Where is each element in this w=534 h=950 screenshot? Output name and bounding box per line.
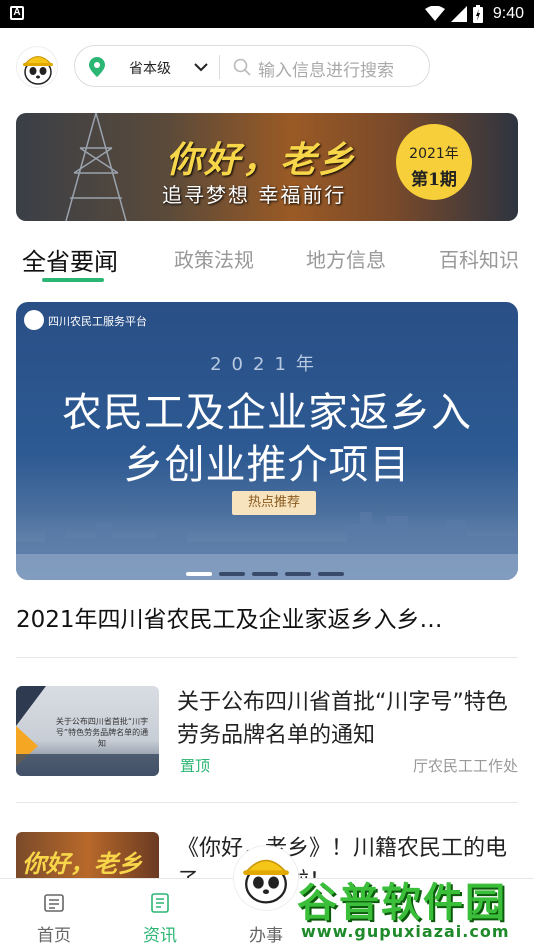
hot-recommend-label: 热点推荐	[232, 491, 316, 515]
tower-illustration	[65, 113, 127, 221]
divider	[16, 802, 518, 803]
mascot-fab[interactable]	[234, 846, 298, 910]
watermark: 谷普软件园 www.gupuxiazai.com	[293, 864, 529, 948]
watermark-url: www.gupuxiazai.com	[301, 922, 510, 941]
search-input[interactable]: 输入信息进行搜索	[258, 56, 394, 81]
badge-year: 2021年	[409, 146, 459, 162]
badge-issue: 第1期	[411, 170, 457, 190]
nav-news-label: 资讯	[143, 926, 177, 946]
avatar[interactable]	[16, 46, 58, 88]
location-pin-icon	[89, 57, 105, 77]
thumbnail-text: 你好，老乡	[22, 849, 142, 878]
battery-icon	[472, 5, 483, 23]
panda-mascot-icon	[243, 859, 289, 904]
home-icon	[44, 894, 64, 912]
clock: 9:40	[492, 5, 524, 22]
promo-banner[interactable]: 你好，老乡 追寻梦想 幸福前行 2021年 第1期	[16, 113, 518, 221]
chevron-down-icon[interactable]	[193, 59, 209, 75]
status-icons: 9:40	[424, 3, 524, 25]
banner-title: 你好，老乡	[166, 139, 357, 181]
signal-icon	[450, 6, 467, 22]
hero-org: 四川农民工服务平台	[48, 315, 147, 328]
panda-mascot-icon	[23, 56, 53, 85]
carousel-dot[interactable]	[219, 572, 245, 576]
news-source: 厅农民工工作处	[412, 757, 518, 775]
divider	[16, 657, 518, 658]
hero-headline-2: 乡创业推介项目	[123, 442, 411, 488]
pinned-tag: 置顶	[180, 757, 211, 775]
carousel-indicators	[186, 572, 344, 576]
hero-year: 2021年	[210, 354, 324, 375]
header: 省本级 输入信息进行搜索	[0, 28, 534, 108]
thumbnail-text: 关于公布四川省首批“川字号”特色劳务品牌名单的通知	[55, 717, 149, 748]
tab-local-info[interactable]: 地方信息	[306, 244, 386, 273]
search-icon	[233, 58, 251, 76]
news-icon	[151, 893, 169, 913]
carousel-dot[interactable]	[252, 572, 278, 576]
banner-subtitle: 追寻梦想 幸福前行	[162, 183, 347, 207]
nav-home[interactable]: 首页	[14, 879, 94, 950]
nav-news[interactable]: 资讯	[120, 879, 200, 950]
issue-badge: 2021年 第1期	[396, 124, 472, 200]
category-tabs: 全省要闻 政策法规 地方信息 百科知识	[0, 238, 534, 288]
nav-home-label: 首页	[37, 926, 71, 946]
news-thumbnail: 关于公布四川省首批“川字号”特色劳务品牌名单的通知	[16, 686, 159, 776]
org-logo	[24, 310, 44, 330]
carousel-dot-active[interactable]	[186, 572, 212, 576]
region-selector[interactable]: 省本级	[129, 58, 171, 78]
news-title: 关于公布四川省首批“川字号”特色劳务品牌名单的通知	[177, 690, 508, 748]
hero-caption[interactable]: 2021年四川省农民工及企业家返乡入乡…	[16, 600, 518, 634]
news-item[interactable]: 关于公布四川省首批“川字号”特色劳务品牌名单的通知 关于公布四川省首批“川字号”…	[16, 686, 518, 786]
carousel-dot[interactable]	[318, 572, 344, 576]
search-bar: 省本级 输入信息进行搜索	[74, 45, 430, 87]
tab-policy[interactable]: 政策法规	[174, 244, 254, 273]
hero-carousel[interactable]: 四川农民工服务平台 2021年 农民工及企业家返乡入 乡创业推介项目 热点推荐	[16, 302, 518, 580]
tab-encyclopedia[interactable]: 百科知识	[439, 244, 519, 273]
active-tab-indicator	[42, 278, 104, 282]
status-bar: A 9:40	[0, 0, 534, 28]
tab-province-news[interactable]: 全省要闻	[22, 242, 118, 277]
notification-icon: A	[10, 6, 24, 20]
divider	[219, 55, 220, 79]
carousel-dot[interactable]	[285, 572, 311, 576]
wifi-icon	[424, 6, 445, 21]
watermark-title: 谷普软件园	[297, 880, 507, 926]
hero-headline-1: 农民工及企业家返乡入	[62, 390, 472, 436]
